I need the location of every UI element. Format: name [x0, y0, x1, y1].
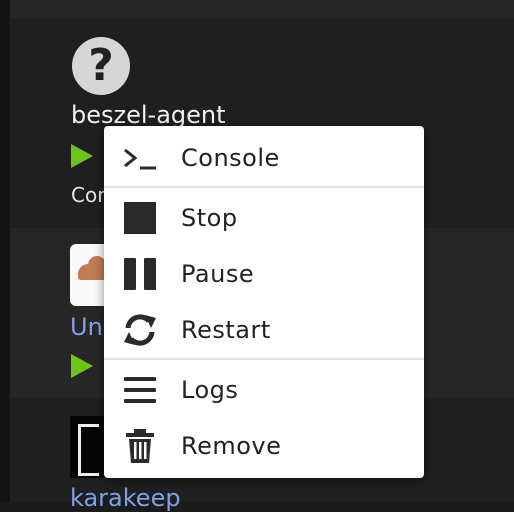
left-rail [0, 0, 10, 502]
stop-icon [124, 202, 156, 234]
container-name-link[interactable]: karakeep [70, 484, 181, 512]
running-status-icon [71, 354, 93, 378]
container-name-link[interactable]: Un [70, 313, 103, 341]
terminal-icon [124, 148, 156, 170]
unknown-app-icon: ? [72, 37, 130, 95]
menu-item-label: Console [181, 144, 280, 172]
menu-divider [104, 186, 424, 188]
running-status-icon [71, 144, 93, 168]
menu-item-label: Remove [181, 432, 282, 460]
menu-item-stop[interactable]: Stop [104, 190, 424, 246]
menu-item-label: Logs [181, 376, 239, 404]
karakeep-app-icon [70, 416, 108, 478]
menu-item-remove[interactable]: Remove [104, 418, 424, 474]
menu-item-label: Restart [181, 316, 271, 344]
menu-item-console[interactable]: Console [104, 130, 424, 186]
list-icon [124, 377, 156, 403]
pause-icon [124, 258, 156, 290]
menu-item-label: Stop [181, 204, 238, 232]
menu-item-logs[interactable]: Logs [104, 362, 424, 418]
restart-icon [124, 314, 156, 346]
menu-item-restart[interactable]: Restart [104, 302, 424, 358]
menu-divider [104, 358, 424, 360]
trash-icon [126, 429, 154, 463]
menu-item-label: Pause [181, 260, 255, 288]
container-context-menu: Console Stop Pause Restart Logs Remove [104, 126, 424, 478]
header-strip [0, 0, 514, 18]
container-name[interactable]: beszel-agent [71, 101, 226, 129]
menu-item-pause[interactable]: Pause [104, 246, 424, 302]
